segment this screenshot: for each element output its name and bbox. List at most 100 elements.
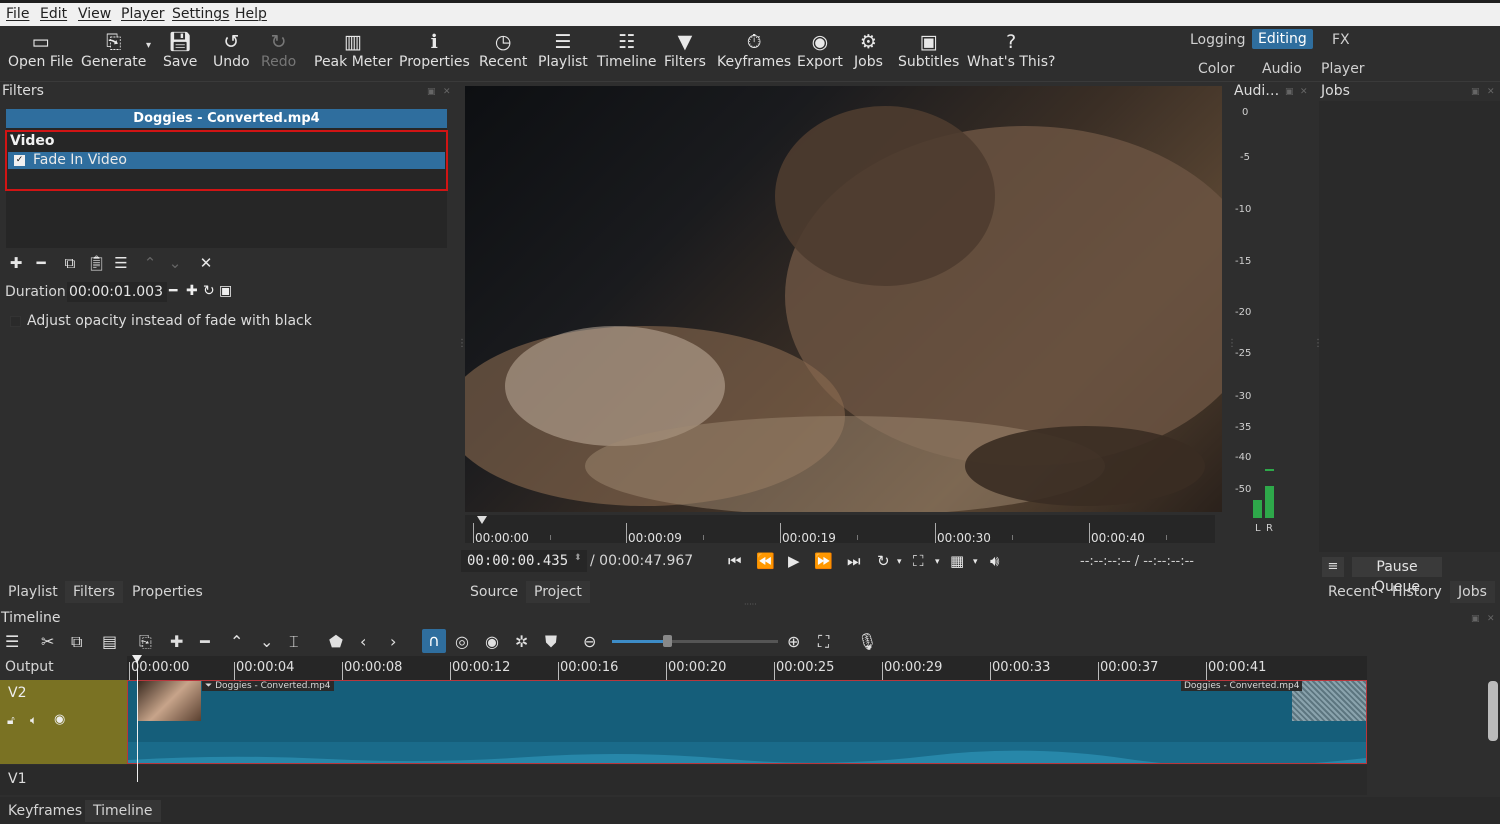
append-icon[interactable]: ⎘ bbox=[139, 632, 152, 652]
save-preset-icon[interactable]: ☰ bbox=[112, 254, 130, 272]
float-panel-icon[interactable]: ▣ bbox=[1285, 87, 1294, 97]
zoom-fit-icon[interactable]: ⛶ bbox=[913, 552, 924, 570]
layout-logging[interactable]: Logging bbox=[1184, 30, 1252, 50]
tab-history[interactable]: History bbox=[1384, 581, 1450, 603]
snap-icon[interactable]: ∩ bbox=[422, 629, 446, 653]
jobs-button[interactable]: ⚙ Jobs bbox=[854, 30, 883, 70]
video-preview[interactable] bbox=[465, 86, 1222, 512]
ripple-delete-icon[interactable]: ✚ bbox=[170, 632, 183, 651]
filters-button[interactable]: ▼ Filters bbox=[664, 30, 706, 70]
generate-dropdown-icon[interactable]: ▾ bbox=[146, 40, 151, 51]
splitter-handle-mid[interactable]: ⋮ bbox=[1227, 338, 1237, 349]
grid-dropdown-icon[interactable]: ▾ bbox=[973, 557, 978, 567]
tab-recent[interactable]: Recent bbox=[1320, 581, 1384, 603]
whats-this-button[interactable]: ? What's This? bbox=[967, 30, 1055, 70]
layout-fx[interactable]: FX bbox=[1326, 30, 1356, 50]
jobs-list[interactable] bbox=[1319, 101, 1500, 552]
tab-project[interactable]: Project bbox=[526, 581, 590, 603]
playlist-button[interactable]: ☰ Playlist bbox=[538, 30, 588, 70]
timeline-ruler[interactable] bbox=[127, 656, 1367, 680]
subtitles-button[interactable]: ▣ Subtitles bbox=[898, 30, 959, 70]
player-scrubber[interactable]: 00:00:00 00:00:09 00:00:19 00:00:30 00:0… bbox=[465, 515, 1215, 545]
close-panel-icon[interactable]: ✕ bbox=[1487, 87, 1495, 97]
move-up-icon[interactable]: ⌃ bbox=[141, 254, 159, 272]
loop-icon[interactable]: ↻ bbox=[877, 552, 890, 570]
duration-increment-icon[interactable]: ✚ bbox=[186, 283, 198, 299]
timeline-menu-icon[interactable]: ☰ bbox=[5, 632, 19, 651]
close-panel-icon[interactable]: ✕ bbox=[443, 87, 451, 97]
zoom-fit-timeline-icon[interactable]: ⛶ bbox=[818, 632, 829, 652]
play-icon[interactable]: ▶ bbox=[788, 552, 800, 570]
timeline-scrollbar[interactable] bbox=[1488, 681, 1498, 741]
splitter-handle-bottom[interactable]: ····· bbox=[744, 600, 757, 609]
timeline-playhead[interactable] bbox=[137, 656, 138, 782]
copy-icon[interactable]: ⧉ bbox=[71, 632, 82, 652]
add-filter-icon[interactable]: ✚ bbox=[7, 254, 25, 272]
zoom-dropdown-icon[interactable]: ▾ bbox=[935, 557, 940, 567]
duration-decrement-icon[interactable]: ━ bbox=[169, 283, 177, 299]
undo-button[interactable]: ↺ Undo bbox=[213, 30, 250, 70]
record-audio-icon[interactable]: 🎙︎ bbox=[857, 632, 877, 651]
layout-editing[interactable]: Editing bbox=[1252, 29, 1313, 49]
tab-filters[interactable]: Filters bbox=[65, 581, 123, 603]
rewind-icon[interactable]: ⏪ bbox=[756, 552, 775, 570]
lift-icon[interactable]: ━ bbox=[200, 632, 210, 651]
menu-file[interactable]: File bbox=[6, 6, 29, 22]
properties-button[interactable]: ℹ Properties bbox=[399, 30, 470, 70]
overwrite-icon[interactable]: ⌃ bbox=[230, 632, 243, 651]
paste-filter-icon[interactable]: 📋︎ bbox=[87, 254, 106, 272]
keyframes-button[interactable]: ⏱ Keyframes bbox=[717, 30, 791, 70]
next-marker-icon[interactable]: › bbox=[390, 632, 396, 651]
timecode-spin-icon[interactable]: ⬍ bbox=[574, 553, 582, 563]
duration-save-icon[interactable]: ▣ bbox=[219, 283, 232, 299]
jobs-menu-icon[interactable]: ≡ bbox=[1322, 557, 1344, 577]
recent-button[interactable]: ◷ Recent bbox=[479, 30, 527, 70]
float-panel-icon[interactable]: ▣ bbox=[427, 87, 436, 97]
float-panel-icon[interactable]: ▣ bbox=[1471, 87, 1480, 97]
skip-next-icon[interactable]: ⏭ bbox=[847, 552, 861, 570]
pause-queue-button[interactable]: Pause Queue bbox=[1352, 557, 1442, 595]
layout-player[interactable]: Player bbox=[1315, 59, 1371, 79]
zoom-in-icon[interactable]: ⊕ bbox=[787, 632, 800, 651]
marker-icon[interactable]: ⬟ bbox=[329, 632, 343, 651]
peak-meter-button[interactable]: ▥ Peak Meter bbox=[314, 30, 392, 70]
cut-icon[interactable]: ✂ bbox=[41, 632, 54, 651]
insert-icon[interactable]: ⌄ bbox=[260, 632, 273, 651]
menu-player[interactable]: Player bbox=[121, 6, 165, 22]
paste-icon[interactable]: ▤ bbox=[102, 632, 117, 651]
generate-button[interactable]: ⎘ Generate bbox=[81, 30, 146, 70]
track-header-v1[interactable]: V1 bbox=[0, 765, 127, 795]
track-v1[interactable] bbox=[127, 765, 1367, 795]
ripple-all-icon[interactable]: ✲ bbox=[515, 632, 528, 651]
menu-help[interactable]: Help bbox=[235, 6, 267, 22]
move-down-icon[interactable]: ⌄ bbox=[166, 254, 184, 272]
tab-playlist[interactable]: Playlist bbox=[0, 581, 66, 603]
split-icon[interactable]: ⌶ bbox=[289, 632, 299, 652]
loop-dropdown-icon[interactable]: ▾ bbox=[897, 557, 902, 567]
eye-icon[interactable]: ◉ bbox=[54, 712, 65, 727]
close-panel-icon[interactable]: ✕ bbox=[1487, 614, 1495, 624]
menu-settings[interactable]: Settings bbox=[172, 6, 229, 22]
opacity-checkbox[interactable] bbox=[10, 316, 21, 327]
float-panel-icon[interactable]: ▣ bbox=[1471, 614, 1480, 624]
volume-icon[interactable]: 🔊︎ bbox=[990, 552, 999, 570]
export-button[interactable]: ◉ Export bbox=[797, 30, 843, 70]
deselect-filter-icon[interactable]: ✕ bbox=[197, 254, 215, 272]
scrub-icon[interactable]: ◎ bbox=[455, 632, 469, 651]
open-file-button[interactable]: ▭ Open File bbox=[8, 30, 73, 70]
track-header-v2[interactable]: V2 🔓︎ 🔈︎ ◉ bbox=[0, 680, 127, 764]
menu-edit[interactable]: Edit bbox=[40, 6, 67, 22]
duration-input[interactable]: 00:00:01.003 bbox=[67, 282, 167, 302]
menu-view[interactable]: View bbox=[78, 6, 111, 22]
zoom-out-icon[interactable]: ⊖ bbox=[583, 632, 596, 651]
fast-forward-icon[interactable]: ⏩ bbox=[814, 552, 833, 570]
grid-icon[interactable]: ▦ bbox=[950, 552, 964, 570]
ripple-icon[interactable]: ◉ bbox=[485, 632, 499, 651]
mute-icon[interactable]: 🔈︎ bbox=[30, 713, 37, 728]
prev-marker-icon[interactable]: ‹ bbox=[360, 632, 366, 651]
copy-filter-icon[interactable]: ⧉ bbox=[61, 254, 79, 272]
skip-previous-icon[interactable]: ⏮ bbox=[728, 552, 742, 570]
timecode-input[interactable]: 00:00:00.435 bbox=[461, 550, 587, 572]
player-playhead[interactable] bbox=[477, 516, 487, 524]
tab-keyframes[interactable]: Keyframes bbox=[0, 800, 90, 822]
